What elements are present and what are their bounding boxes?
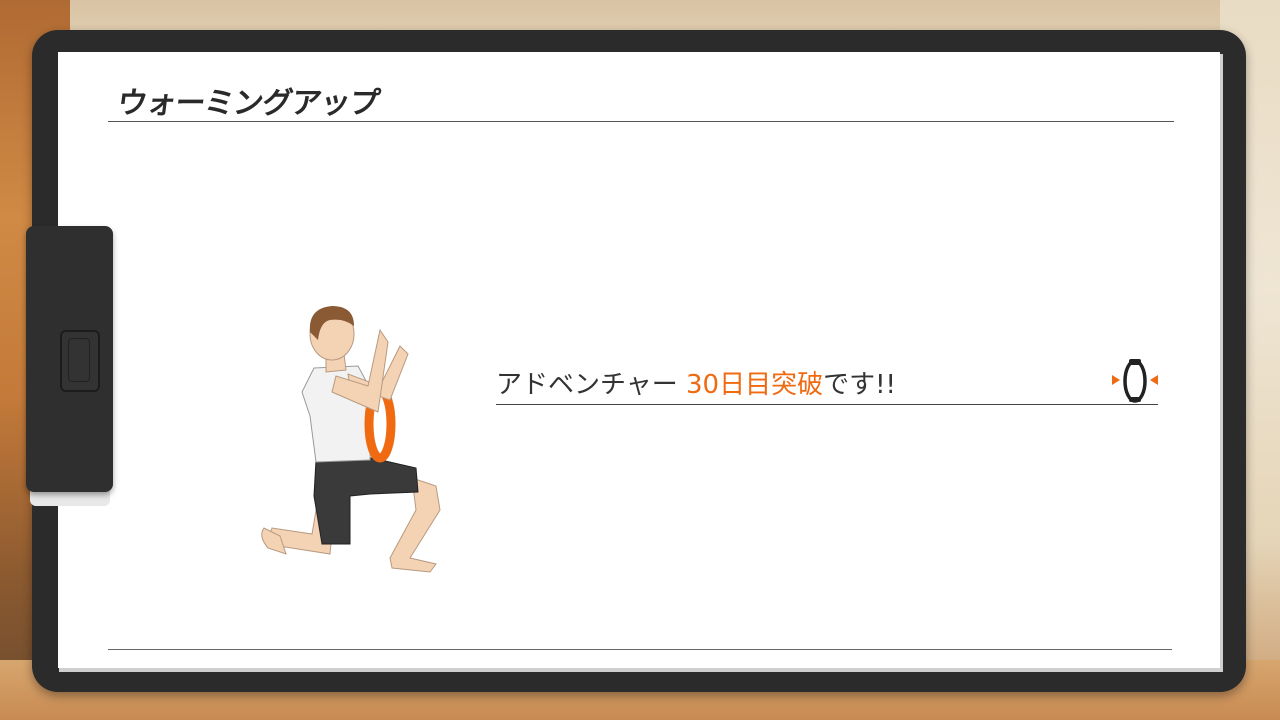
ring-grip-top [1129, 359, 1141, 365]
achievement-message: アドベンチャー 30日目突破です!! [496, 364, 896, 401]
shorts [313, 457, 419, 545]
left-arrow-icon [1112, 375, 1120, 385]
side-tab [26, 226, 113, 492]
right-arrow-icon [1150, 375, 1158, 385]
page-title: ウォーミングアップ [115, 86, 381, 121]
kneeling-twist-figure-icon [261, 306, 441, 573]
ring-grip-bottom [1129, 397, 1141, 402]
message-row: アドベンチャー 30日目突破です!! [496, 360, 1158, 404]
title-divider [108, 121, 1174, 122]
ring-con-icon [1112, 359, 1158, 403]
side-tab-notch [60, 330, 100, 392]
side-tab-notch-inner [68, 338, 90, 382]
ring-outline [1123, 359, 1147, 403]
message-divider [496, 404, 1158, 405]
message-highlight: 30日目突破 [686, 370, 824, 400]
bottom-divider [108, 649, 1172, 650]
message-suffix: です!! [823, 370, 896, 400]
message-prefix: アドベンチャー [496, 370, 687, 400]
